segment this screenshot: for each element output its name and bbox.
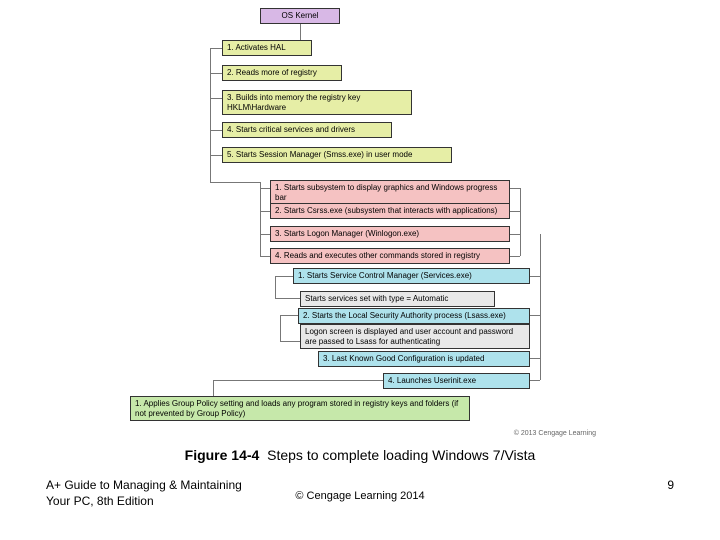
node-userinit: 4. Launches Userinit.exe	[383, 373, 530, 389]
node-reads-registry: 2. Reads more of registry	[222, 65, 342, 81]
node-os-kernel: OS Kernel	[260, 8, 340, 24]
node-registry-commands: 4. Reads and executes other commands sto…	[270, 248, 510, 264]
node-hklm-hardware: 3. Builds into memory the registry key H…	[222, 90, 412, 115]
image-attribution: © 2013 Cengage Learning	[514, 430, 596, 437]
node-critical-services: 4. Starts critical services and drivers	[222, 122, 392, 138]
node-logon-screen: Logon screen is displayed and user accou…	[300, 324, 530, 349]
node-activates-hal: 1. Activates HAL	[222, 40, 312, 56]
footer-copyright: © Cengage Learning 2014	[0, 490, 720, 502]
node-session-manager: 5. Starts Session Manager (Smss.exe) in …	[222, 147, 452, 163]
figure-caption: Figure 14-4 Steps to complete loading Wi…	[0, 447, 720, 463]
figure-label: Figure 14-4	[185, 447, 260, 463]
node-csrss: 2. Starts Csrss.exe (subsystem that inte…	[270, 203, 510, 219]
node-lsass: 2. Starts the Local Security Authority p…	[298, 308, 530, 324]
node-services-exe: 1. Starts Service Control Manager (Servi…	[293, 268, 530, 284]
node-graphics-subsystem: 1. Starts subsystem to display graphics …	[270, 180, 510, 205]
node-winlogon: 3. Starts Logon Manager (Winlogon.exe)	[270, 226, 510, 242]
node-lkgc: 3. Last Known Good Configuration is upda…	[318, 351, 530, 367]
figure-caption-text: Steps to complete loading Windows 7/Vist…	[267, 447, 535, 463]
node-automatic-services: Starts services set with type = Automati…	[300, 291, 495, 307]
boot-flow-diagram: OS Kernel 1. Activates HAL 2. Reads more…	[130, 8, 600, 438]
node-group-policy: 1. Applies Group Policy setting and load…	[130, 396, 470, 421]
page-number: 9	[667, 478, 674, 492]
